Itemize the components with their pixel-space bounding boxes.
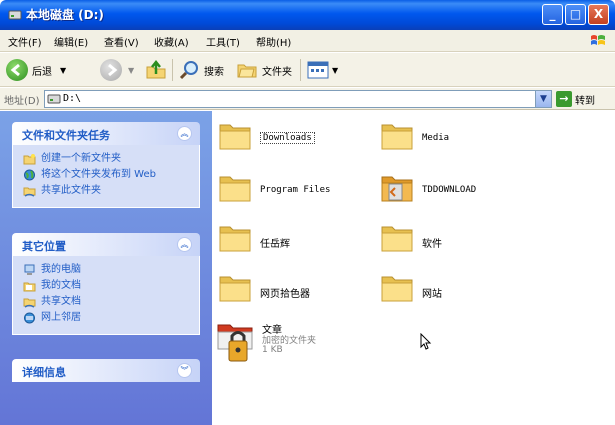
folder-icon	[219, 226, 251, 252]
task-new-folder[interactable]: 创建一个新文件夹	[13, 153, 199, 167]
up-folder-icon	[146, 59, 166, 79]
folder-size: 1 KB	[262, 345, 283, 355]
menu-favorites[interactable]: 收藏(A)	[154, 34, 189, 49]
panel-header[interactable]: 其它位置 ︽	[12, 233, 200, 256]
folder-item[interactable]: TDDOWNLOAD	[380, 171, 530, 221]
documents-folder-icon	[23, 282, 36, 292]
back-arrow-icon	[6, 59, 28, 81]
address-bar: 地址(D) D:\ ▼ → 转到	[0, 88, 615, 110]
folder-item[interactable]: 软件	[380, 221, 530, 271]
views-icon	[307, 61, 329, 79]
folder-icon	[219, 124, 251, 150]
place-my-documents[interactable]: 我的文档	[13, 280, 199, 294]
folder-item[interactable]: Program Files	[218, 171, 368, 221]
back-dropdown-icon[interactable]: ▼	[60, 66, 66, 75]
close-button[interactable]: X	[588, 4, 609, 25]
search-label: 搜索	[204, 66, 224, 78]
folder-icon	[381, 276, 413, 302]
locked-folder-icon	[217, 324, 253, 362]
address-input[interactable]: D:\ ▼	[44, 90, 552, 108]
computer-icon	[24, 264, 35, 275]
minimize-button[interactable]: _	[542, 4, 563, 25]
collapse-chevron-icon[interactable]: ︽	[177, 126, 192, 141]
window-title: 本地磁盘 (D:)	[26, 8, 104, 22]
new-folder-icon	[23, 154, 36, 165]
views-button[interactable]: ▼	[306, 57, 338, 83]
share-folder-icon	[23, 187, 36, 197]
folder-item[interactable]: 任岳辉	[218, 221, 368, 271]
place-my-computer[interactable]: 我的电脑	[13, 264, 199, 278]
folders-button[interactable]: 文件夹	[236, 57, 292, 83]
go-button[interactable]: → 转到	[556, 91, 595, 107]
task-share-folder[interactable]: 共享此文件夹	[13, 185, 199, 199]
go-label: 转到	[575, 95, 595, 107]
collapse-chevron-icon[interactable]: ︽	[177, 237, 192, 252]
go-arrow-icon: →	[556, 91, 572, 107]
globe-icon	[24, 169, 35, 181]
menu-edit[interactable]: 编辑(E)	[54, 34, 88, 49]
network-icon	[24, 312, 35, 324]
file-list: Downloads Media Program Files TDDOWNLOAD…	[212, 111, 615, 425]
title-bar[interactable]: 本地磁盘 (D:) _ □ X	[0, 0, 615, 30]
maximize-button[interactable]: □	[565, 4, 586, 25]
folder-item[interactable]: Media	[380, 119, 530, 169]
place-shared-documents[interactable]: 共享文档	[13, 296, 199, 310]
shared-folder-icon	[23, 298, 36, 308]
file-folder-tasks-panel: 文件和文件夹任务 ︽ 创建一个新文件夹 将这个文件夹发布到 Web 共享此文件夹	[12, 122, 200, 208]
menu-bar: 文件(F) 编辑(E) 查看(V) 收藏(A) 工具(T) 帮助(H)	[0, 30, 615, 52]
encrypted-folder-item[interactable]: 文章 加密的文件夹 1 KB	[216, 319, 376, 369]
panel-title: 文件和文件夹任务	[22, 129, 110, 142]
forward-button[interactable]: ▼	[100, 57, 134, 83]
search-button[interactable]: 搜索	[178, 57, 224, 83]
address-value: D:\	[63, 93, 82, 104]
menu-help[interactable]: 帮助(H)	[256, 34, 291, 49]
other-places-panel: 其它位置 ︽ 我的电脑 我的文档 共享文档 网上邻居	[12, 233, 200, 335]
forward-dropdown-icon[interactable]: ▼	[128, 66, 134, 75]
panel-title: 详细信息	[22, 366, 66, 379]
expand-chevron-icon[interactable]: ︾	[177, 363, 192, 378]
task-publish-web[interactable]: 将这个文件夹发布到 Web	[13, 169, 199, 183]
folder-icon	[381, 124, 413, 150]
back-button[interactable]: 后退 ▼	[6, 57, 66, 83]
folder-item[interactable]: 网站	[380, 271, 530, 321]
panel-header[interactable]: 文件和文件夹任务 ︽	[12, 122, 200, 145]
menu-view[interactable]: 查看(V)	[104, 34, 139, 49]
folder-icon	[219, 276, 251, 302]
toolbar: 后退 ▼ ▼ 搜索 文件夹 ▼	[0, 53, 615, 87]
back-label: 后退	[32, 66, 52, 78]
folder-icon	[219, 176, 251, 202]
folder-name: 网站	[422, 289, 442, 300]
windows-logo-icon	[591, 35, 605, 45]
folder-name: 软件	[422, 239, 442, 250]
folders-label: 文件夹	[262, 66, 292, 78]
task-pane: 文件和文件夹任务 ︽ 创建一个新文件夹 将这个文件夹发布到 Web 共享此文件夹…	[0, 111, 212, 425]
panel-title: 其它位置	[22, 240, 66, 253]
menu-file[interactable]: 文件(F)	[8, 34, 42, 49]
drive-icon	[47, 94, 61, 104]
app-folder-icon	[381, 176, 413, 202]
folder-name: 任岳辉	[260, 239, 290, 250]
panel-header[interactable]: 详细信息 ︾	[12, 359, 200, 382]
search-icon	[179, 61, 198, 80]
views-dropdown-icon[interactable]: ▼	[332, 66, 338, 75]
folder-name: Program Files	[260, 185, 331, 195]
drive-icon	[8, 10, 22, 20]
folder-item[interactable]: Downloads	[218, 119, 368, 169]
up-folder-button[interactable]	[144, 57, 168, 83]
folder-name: TDDOWNLOAD	[422, 185, 477, 195]
menu-tools[interactable]: 工具(T)	[206, 34, 240, 49]
forward-arrow-icon	[100, 59, 122, 81]
address-label: 地址(D)	[4, 96, 40, 107]
details-panel: 详细信息 ︾	[12, 359, 200, 382]
folder-name: Downloads	[260, 132, 315, 144]
folder-name: Media	[422, 133, 450, 143]
folder-name: 网页拾色器	[260, 289, 310, 300]
address-dropdown-button[interactable]: ▼	[535, 91, 551, 107]
folder-icon	[381, 226, 413, 252]
mouse-cursor-icon	[420, 333, 432, 350]
folder-item[interactable]: 网页拾色器	[218, 271, 368, 321]
place-network[interactable]: 网上邻居	[13, 312, 199, 326]
folders-icon	[237, 64, 257, 78]
